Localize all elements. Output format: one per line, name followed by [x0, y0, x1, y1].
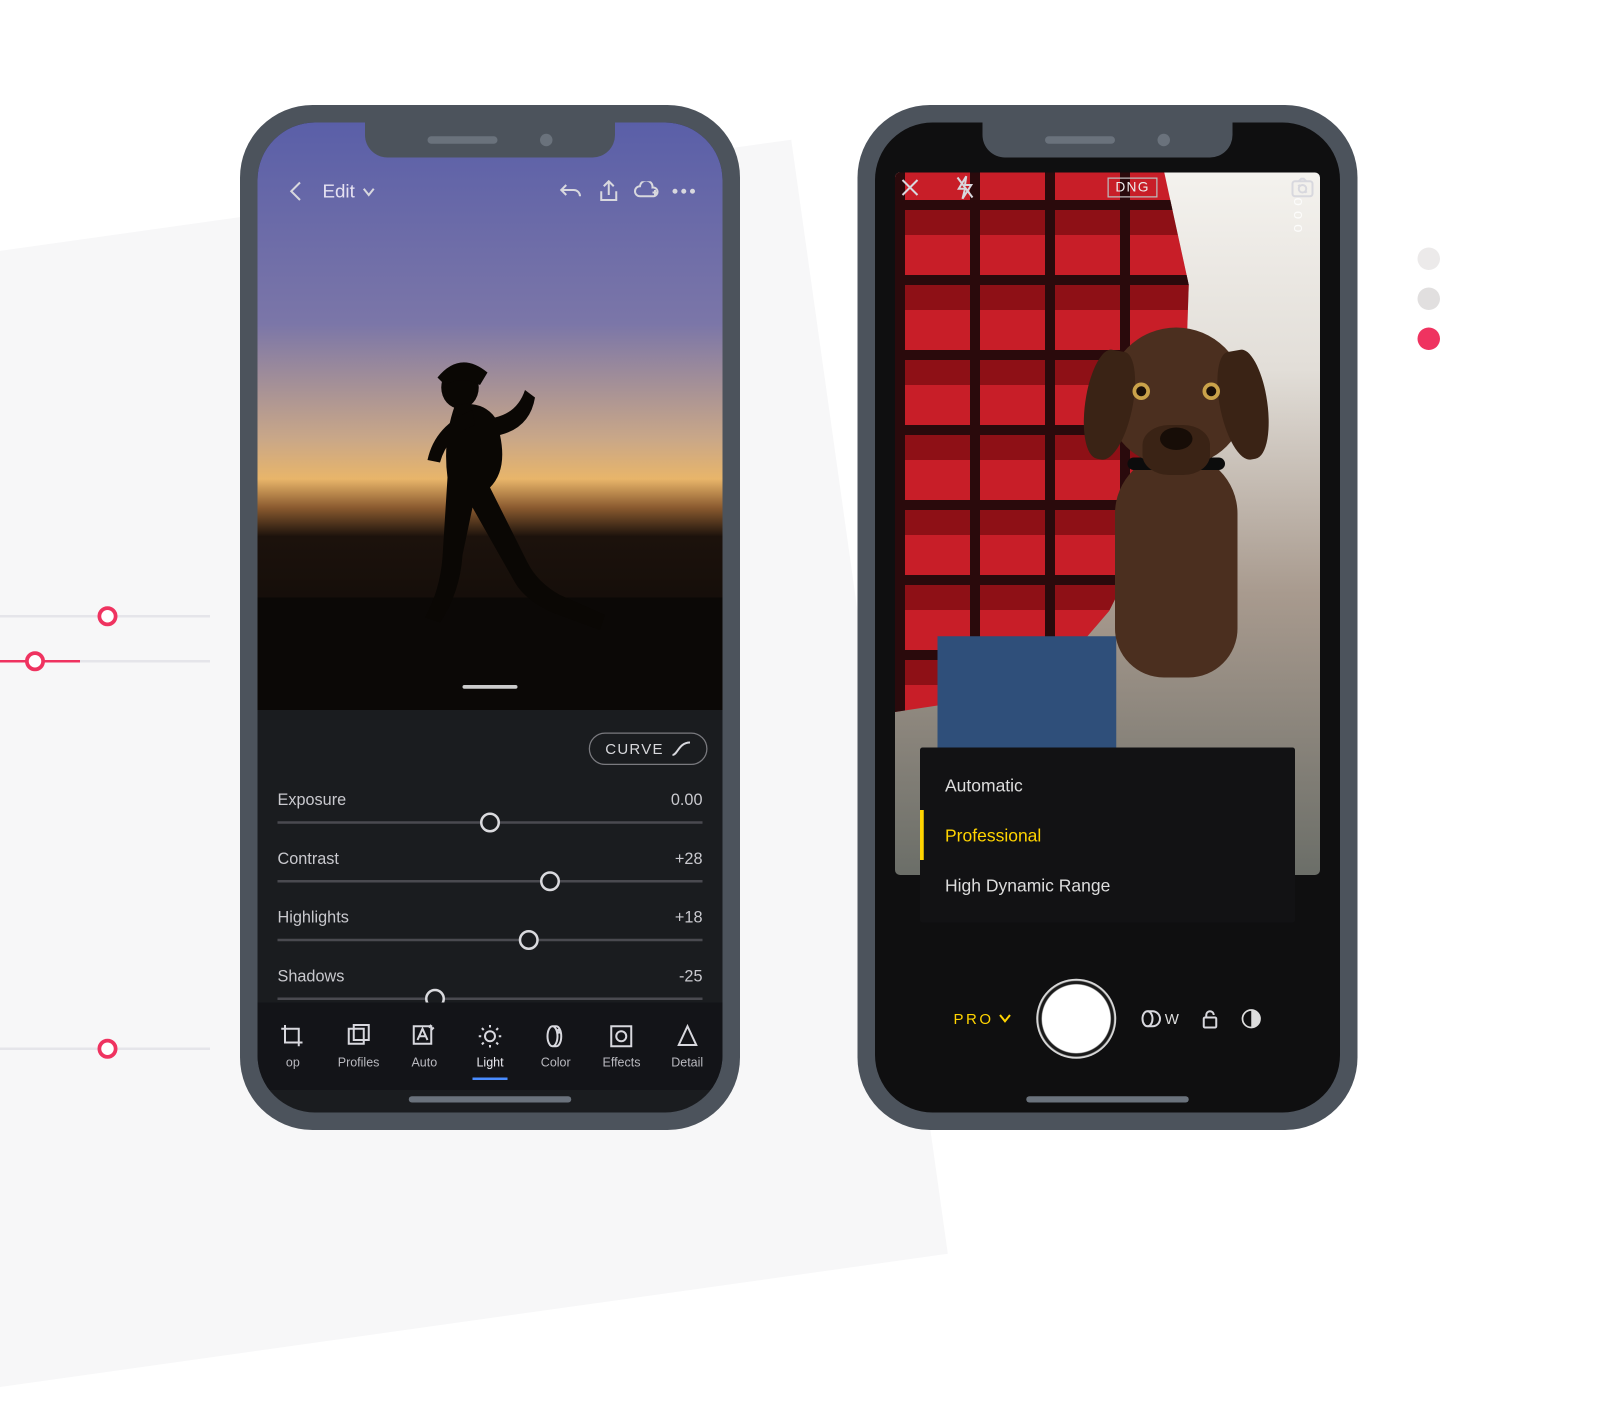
slider-label: Exposure: [278, 790, 347, 809]
flash-button[interactable]: [955, 175, 975, 200]
slider-thumb[interactable]: [539, 871, 559, 891]
dot: [1418, 288, 1441, 311]
slider-value: 0.00: [671, 790, 703, 809]
mode-selector[interactable]: PRO: [954, 1010, 1012, 1028]
home-indicator[interactable]: [1026, 1096, 1189, 1102]
slider-label: Highlights: [278, 908, 349, 927]
back-button[interactable]: [278, 180, 316, 203]
detail-icon: [675, 1023, 700, 1048]
home-indicator[interactable]: [409, 1096, 572, 1102]
tab-effects[interactable]: Effects: [589, 1023, 655, 1069]
cloud-add-button[interactable]: [628, 181, 666, 201]
slider-value: +28: [675, 849, 703, 868]
screen-title[interactable]: Edit: [323, 181, 376, 202]
viewfinder-subject: [1082, 327, 1270, 702]
tab-crop[interactable]: op: [260, 1023, 326, 1069]
tab-label: Auto: [411, 1056, 437, 1070]
dot: [1418, 248, 1441, 271]
shutter-button[interactable]: [1036, 979, 1116, 1059]
editor-tabbar: op Profiles Auto Light Color Effects Detail: [258, 1003, 723, 1091]
slider-track[interactable]: [278, 880, 703, 883]
curve-label: CURVE: [605, 740, 663, 758]
mode-option[interactable]: Automatic: [920, 760, 1295, 810]
camera-bottom-bar: PRO W: [875, 963, 1340, 1076]
switch-camera-button[interactable]: [1290, 176, 1315, 199]
decorative-slider: [0, 660, 210, 663]
slider-track[interactable]: [278, 939, 703, 942]
pagination-dots: [1418, 248, 1441, 351]
panel-drag-handle[interactable]: [463, 685, 518, 689]
slider-value: +18: [675, 908, 703, 927]
camera-mode-menu: AutomaticProfessionalHigh Dynamic Range: [920, 748, 1295, 923]
mode-option[interactable]: High Dynamic Range: [920, 860, 1295, 910]
slider-contrast[interactable]: Contrast +28: [278, 849, 703, 883]
slider-label: Shadows: [278, 966, 345, 985]
slider-label: Contrast: [278, 849, 339, 868]
slider-shadows[interactable]: Shadows -25: [278, 966, 703, 1000]
mode-option[interactable]: Professional: [920, 810, 1295, 860]
slider-thumb[interactable]: [480, 813, 500, 833]
lock-settings-button[interactable]: [1201, 1009, 1219, 1029]
tab-label: Color: [541, 1056, 571, 1070]
effects-icon: [609, 1023, 634, 1048]
decorative-slider: [0, 615, 210, 618]
phone-edit: Edit CURVE: [240, 105, 740, 1130]
chevron-down-icon: [363, 187, 376, 197]
light-sliders: Exposure 0.00 Contrast +28 Highlights +18 Shad…: [278, 790, 703, 1025]
photo-subject: [340, 348, 640, 636]
tab-label: Effects: [602, 1056, 640, 1070]
crop-icon: [280, 1023, 305, 1048]
phone-camera: DNG ooo AutomaticProfessionalHigh Dynami…: [858, 105, 1358, 1130]
decorative-slider: [0, 1048, 210, 1051]
lens-button[interactable]: W: [1141, 1010, 1179, 1028]
share-button[interactable]: [590, 180, 628, 203]
slider-value: -25: [679, 966, 702, 985]
undo-button[interactable]: [553, 181, 591, 201]
tab-label: op: [286, 1056, 300, 1070]
tab-label: Detail: [671, 1056, 703, 1070]
color-icon: [543, 1023, 568, 1048]
tab-label: Profiles: [338, 1056, 380, 1070]
slider-exposure[interactable]: Exposure 0.00: [278, 790, 703, 824]
slider-thumb[interactable]: [518, 930, 538, 950]
profiles-icon: [346, 1023, 371, 1048]
slider-track[interactable]: [278, 998, 703, 1001]
more-button[interactable]: [665, 188, 703, 196]
editor-topbar: Edit: [258, 170, 723, 213]
dot: [1418, 328, 1441, 351]
filters-button[interactable]: [1241, 1009, 1261, 1029]
chevron-down-icon: [999, 1014, 1012, 1024]
lens-label: W: [1165, 1010, 1179, 1028]
timer-indicator[interactable]: ooo: [1290, 198, 1308, 238]
format-badge[interactable]: DNG: [1108, 178, 1157, 198]
tab-light[interactable]: Light: [457, 1023, 523, 1069]
auto-icon: [412, 1023, 437, 1048]
tab-detail[interactable]: Detail: [654, 1023, 720, 1069]
tab-label: Light: [476, 1056, 503, 1070]
close-button[interactable]: [900, 178, 920, 198]
tab-auto[interactable]: Auto: [391, 1023, 457, 1069]
camera-topbar: DNG: [900, 175, 1315, 200]
curve-icon: [671, 740, 691, 758]
slider-highlights[interactable]: Highlights +18: [278, 908, 703, 942]
slider-track[interactable]: [278, 821, 703, 824]
tab-color[interactable]: Color: [523, 1023, 589, 1069]
light-icon: [478, 1023, 503, 1048]
tab-profiles[interactable]: Profiles: [326, 1023, 392, 1069]
curve-button[interactable]: CURVE: [589, 733, 707, 766]
